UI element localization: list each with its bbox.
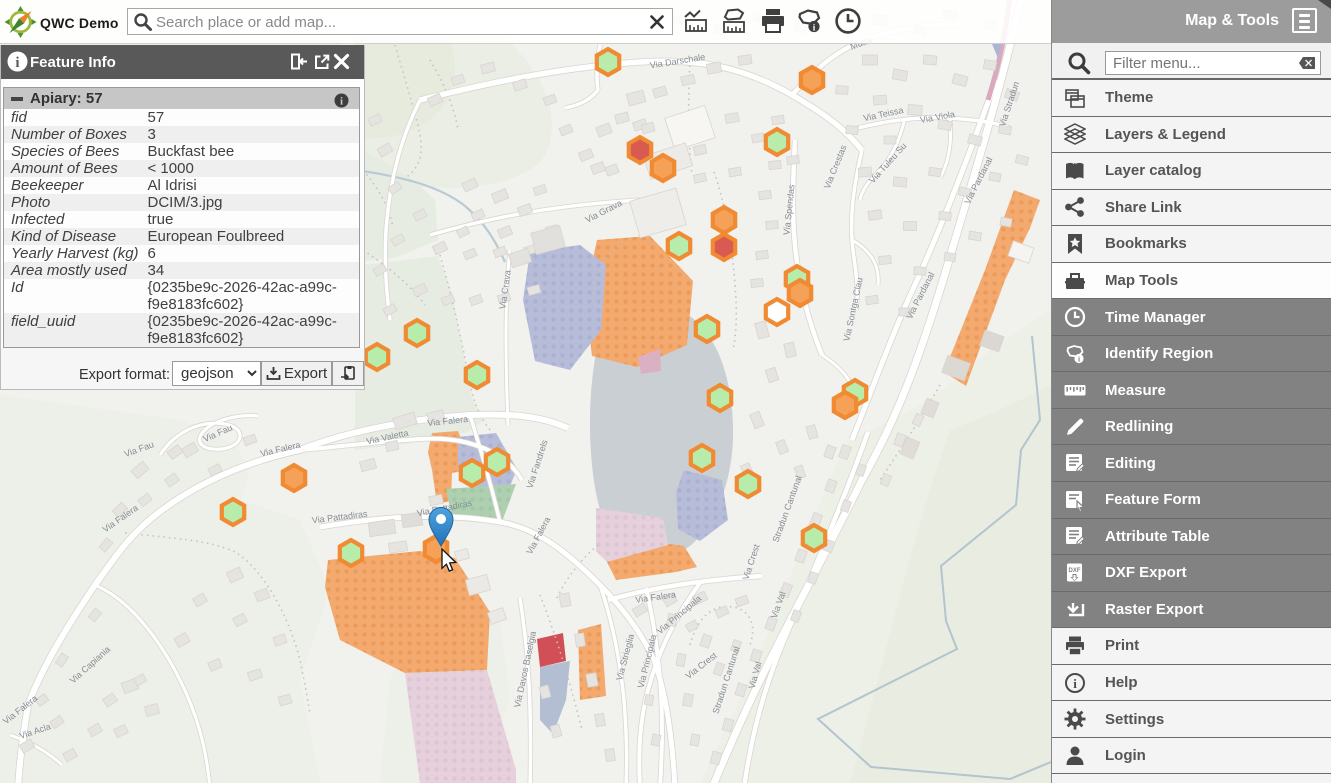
svg-text:i: i [1073,676,1077,691]
svg-text:i: i [1078,354,1080,363]
svg-text:i: i [15,55,19,71]
svg-text:DXF: DXF [1069,568,1081,574]
svg-text:i: i [340,96,343,108]
